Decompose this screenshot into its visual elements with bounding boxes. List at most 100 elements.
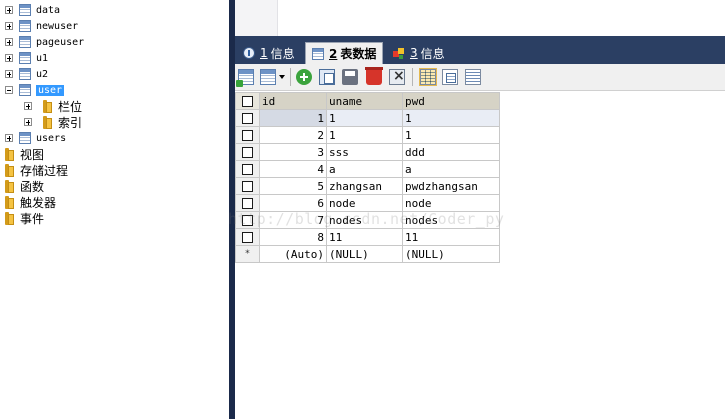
tab-info-1[interactable]: 1 信息 [237,42,301,64]
tree-item-table[interactable]: u1 [5,50,48,66]
cell-id[interactable]: 7 [259,211,327,229]
expand-icon[interactable] [5,6,13,14]
checkbox[interactable] [242,164,253,175]
cell-uname[interactable]: sss [326,143,403,161]
new-row[interactable]: * (Auto) (NULL) (NULL) [235,245,500,263]
table-icon [19,132,31,144]
expand-icon[interactable] [5,54,13,62]
table-row[interactable]: 1 1 1 [235,109,500,127]
table-row[interactable]: 5 zhangsan pwdzhangsan [235,177,500,195]
expand-icon[interactable] [24,102,32,110]
tree-item-table[interactable]: newuser [5,18,78,34]
row-selector[interactable] [235,160,260,178]
tree-item-indexes[interactable]: 索引 [24,114,82,130]
expand-icon[interactable] [5,38,13,46]
checkbox[interactable] [242,130,253,141]
expand-icon[interactable] [5,70,13,78]
tree-item-columns[interactable]: 栏位 [24,98,82,114]
row-selector[interactable] [235,228,260,246]
tree-item-table[interactable]: u2 [5,66,48,82]
add-icon[interactable] [296,69,312,85]
cell-pwd[interactable]: (NULL) [402,245,500,263]
checkbox[interactable] [242,96,253,107]
insert-row-icon[interactable] [236,69,254,87]
cell-id[interactable]: 4 [259,160,327,178]
column-header-id[interactable]: id [259,92,327,110]
tree-item-triggers[interactable]: 触发器 [4,194,56,210]
collapse-icon[interactable] [5,86,13,94]
text-view-icon[interactable] [465,69,481,85]
tree-item-table-selected[interactable]: user [5,82,65,98]
tree-item-table[interactable]: data [5,2,60,18]
cell-pwd[interactable]: 1 [402,126,500,144]
tree-item-views[interactable]: 视图 [4,146,44,162]
select-all-cell[interactable] [235,92,260,110]
cell-id[interactable]: 2 [259,126,327,144]
row-selector[interactable] [235,126,260,144]
cell-pwd[interactable]: 1 [402,109,500,127]
cell-pwd[interactable]: node [402,194,500,212]
tree-item-table[interactable]: users [5,130,66,146]
table-row[interactable]: 4 a a [235,160,500,178]
cell-uname[interactable]: 1 [326,126,403,144]
row-selector[interactable] [235,194,260,212]
cell-id[interactable]: 8 [259,228,327,246]
checkbox[interactable] [242,181,253,192]
tree-item-label: 索引 [58,115,83,130]
save-icon[interactable] [342,69,358,85]
expand-icon[interactable] [5,134,13,142]
cell-uname[interactable]: 1 [326,109,403,127]
cell-pwd[interactable]: nodes [402,211,500,229]
checkbox[interactable] [242,215,253,226]
cell-pwd[interactable]: ddd [402,143,500,161]
cell-uname[interactable]: (NULL) [326,245,403,263]
table-row[interactable]: 3 sss ddd [235,143,500,161]
table-row[interactable]: 8 11 11 [235,228,500,246]
delete-icon[interactable] [365,67,383,85]
cell-uname[interactable]: a [326,160,403,178]
chevron-down-icon[interactable] [279,75,285,79]
table-row[interactable]: 6 node node [235,194,500,212]
copy-icon[interactable] [319,69,335,85]
row-selector[interactable] [235,211,260,229]
export-icon[interactable] [260,69,276,85]
form-view-icon[interactable] [442,69,458,85]
column-header-pwd[interactable]: pwd [402,92,500,110]
tab-info-3[interactable]: 3 信息 [387,42,451,64]
checkbox[interactable] [242,113,253,124]
tree-item-events[interactable]: 事件 [4,210,44,226]
cell-pwd[interactable]: 11 [402,228,500,246]
expand-icon[interactable] [24,118,32,126]
table-row[interactable]: 2 1 1 [235,126,500,144]
folder-icon [4,179,15,193]
cell-pwd[interactable]: a [402,160,500,178]
cell-id[interactable]: 1 [259,109,327,127]
tab-table-data[interactable]: 2 表数据 [305,42,384,64]
cell-pwd[interactable]: pwdzhangsan [402,177,500,195]
cancel-icon[interactable] [389,68,405,85]
cell-uname[interactable]: 11 [326,228,403,246]
cell-uname[interactable]: zhangsan [326,177,403,195]
tree-item-table[interactable]: pageuser [5,34,84,50]
cell-id[interactable]: 6 [259,194,327,212]
row-selector[interactable] [235,177,260,195]
row-selector[interactable] [235,143,260,161]
column-header-uname[interactable]: uname [326,92,403,110]
tree-item-procedures[interactable]: 存储过程 [4,162,68,178]
tree-item-functions[interactable]: 函数 [4,178,44,194]
grid-view-icon[interactable] [419,68,437,86]
row-selector[interactable] [235,109,260,127]
tree-item-label: u2 [36,68,49,80]
table-row[interactable]: 7 nodes nodes [235,211,500,229]
tab-number: 2 [329,46,338,61]
expand-icon[interactable] [5,22,13,30]
cell-id[interactable]: (Auto) [259,245,327,263]
tree-item-label: 事件 [20,211,45,226]
cell-id[interactable]: 3 [259,143,327,161]
cell-uname[interactable]: nodes [326,211,403,229]
checkbox[interactable] [242,147,253,158]
cell-id[interactable]: 5 [259,177,327,195]
checkbox[interactable] [242,232,253,243]
checkbox[interactable] [242,198,253,209]
cell-uname[interactable]: node [326,194,403,212]
